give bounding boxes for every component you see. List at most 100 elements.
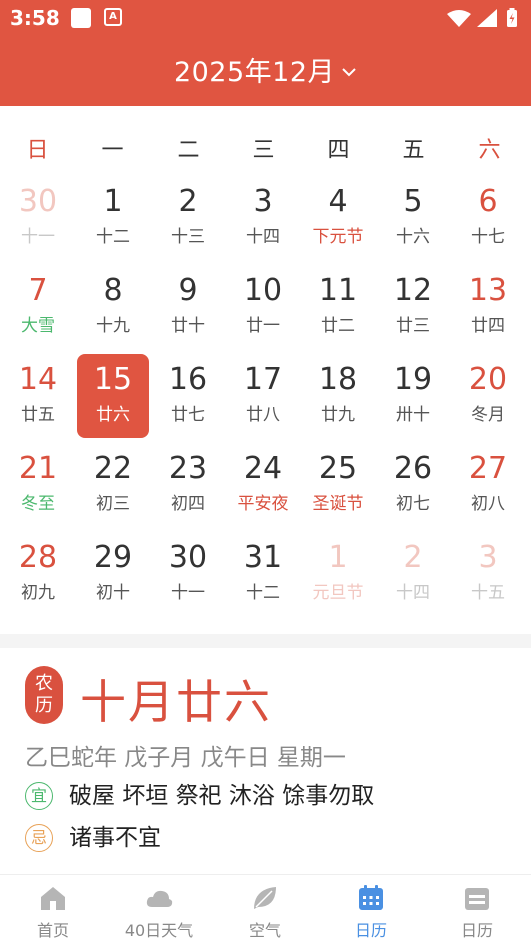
day-cell[interactable]: 2 十三 xyxy=(152,176,224,260)
day-cell[interactable]: 24 平安夜 xyxy=(227,443,299,527)
day-cell[interactable]: 27 初八 xyxy=(452,443,524,527)
day-cell[interactable]: 2 十四 xyxy=(377,532,449,616)
weekday-sun: 日 xyxy=(26,138,49,163)
day-cell[interactable]: 20 冬月 xyxy=(452,354,524,438)
day-cell[interactable]: 23 初四 xyxy=(152,443,224,527)
nav-home-label: 首页 xyxy=(36,921,69,940)
day-number: 3 xyxy=(253,184,273,219)
day-number: 28 xyxy=(18,540,58,575)
day-cell[interactable]: 3 十五 xyxy=(452,532,524,616)
festival-label: 圣诞节 xyxy=(312,494,364,514)
solar-term-label: 大雪 xyxy=(21,316,55,336)
day-cell[interactable]: 5 十六 xyxy=(377,176,449,260)
day-cell[interactable]: 16 廿七 xyxy=(152,354,224,438)
lunar-day-label: 十二 xyxy=(246,583,280,603)
day-cell[interactable]: 1 十二 xyxy=(77,176,149,260)
lunar-day-label: 廿三 xyxy=(396,316,430,336)
day-cell[interactable]: 18 廿九 xyxy=(302,354,374,438)
day-cell[interactable]: 29 初十 xyxy=(77,532,149,616)
lunar-info-panel: 农 历 十月廿六 乙巳蛇年 戊子月 戊午日 星期一 宜 破屋 坏垣 祭祀 沐浴 … xyxy=(0,648,531,874)
day-cell[interactable]: 14 廿五 xyxy=(2,354,74,438)
lunar-day-label: 廿二 xyxy=(321,316,355,336)
lunar-day-label: 十四 xyxy=(246,227,280,247)
nav-home[interactable]: 首页 xyxy=(0,875,106,946)
lunar-day-label: 廿九 xyxy=(321,405,355,425)
chevron-down-icon xyxy=(342,67,356,76)
day-cell[interactable]: 25 圣诞节 xyxy=(302,443,374,527)
day-cell[interactable]: 22 初三 xyxy=(77,443,149,527)
nav-40day-weather[interactable]: 40日天气 xyxy=(106,875,212,946)
yi-text: 破屋 坏垣 祭祀 沐浴 馀事勿取 xyxy=(69,783,375,809)
day-cell[interactable]: 1 元旦节 xyxy=(302,532,374,616)
day-cell[interactable]: 10 廿一 xyxy=(227,265,299,349)
lunar-day-label: 廿六 xyxy=(96,405,130,425)
lunar-badge-bottom: 历 xyxy=(35,695,53,716)
day-cell[interactable]: 30 十一 xyxy=(152,532,224,616)
signal-icon xyxy=(477,9,497,27)
day-number: 3 xyxy=(478,540,498,575)
nav-almanac[interactable]: 日历 xyxy=(424,875,530,946)
leaf-icon xyxy=(254,887,276,909)
lunar-day-label: 廿四 xyxy=(471,316,505,336)
nav-air[interactable]: 空气 xyxy=(212,875,318,946)
nav-calendar-label: 日历 xyxy=(354,921,387,940)
lunar-day-label: 初八 xyxy=(471,494,505,514)
day-cell[interactable]: 13 廿四 xyxy=(452,265,524,349)
lunar-day-label: 初十 xyxy=(96,583,130,603)
weekday-tue: 二 xyxy=(177,138,200,163)
festival-label: 下元节 xyxy=(312,227,364,247)
day-number: 16 xyxy=(168,362,208,397)
day-number: 6 xyxy=(478,184,498,219)
day-number: 5 xyxy=(403,184,423,219)
day-number: 2 xyxy=(178,184,198,219)
lunar-day-label: 十九 xyxy=(96,316,130,336)
lunar-badge: 农 历 xyxy=(25,666,63,724)
day-cell[interactable]: 19 卅十 xyxy=(377,354,449,438)
day-cell[interactable]: 12 廿三 xyxy=(377,265,449,349)
day-cell[interactable]: 3 十四 xyxy=(227,176,299,260)
day-cell[interactable]: 6 十七 xyxy=(452,176,524,260)
lunar-day-label: 初七 xyxy=(396,494,430,514)
day-cell[interactable]: 31 十二 xyxy=(227,532,299,616)
festival-label: 平安夜 xyxy=(237,494,289,514)
day-cell[interactable]: 9 廿十 xyxy=(152,265,224,349)
day-cell[interactable]: 21 冬至 xyxy=(2,443,74,527)
lunar-day-label: 十三 xyxy=(171,227,205,247)
lunar-day-label: 廿十 xyxy=(171,316,205,336)
day-number: 31 xyxy=(243,540,283,575)
cloud-icon xyxy=(146,890,173,907)
month-selector[interactable]: 2025年12月 xyxy=(0,50,531,89)
day-cell[interactable]: 17 廿八 xyxy=(227,354,299,438)
wifi-icon xyxy=(447,10,471,27)
nav-40day-label: 40日天气 xyxy=(124,921,194,940)
nav-calendar[interactable]: 日历 xyxy=(318,875,424,946)
nav-air-label: 空气 xyxy=(248,921,281,940)
day-cell[interactable]: 28 初九 xyxy=(2,532,74,616)
lunar-day-label: 廿五 xyxy=(21,405,55,425)
day-number: 23 xyxy=(168,451,208,486)
day-number: 25 xyxy=(318,451,358,486)
home-icon xyxy=(41,887,65,910)
day-cell-selected[interactable]: 15 廿六 xyxy=(77,354,149,438)
notification-icon xyxy=(71,8,91,28)
bottom-nav: 首页 40日天气 空气 日历 日历 xyxy=(0,874,531,946)
day-number: 17 xyxy=(243,362,283,397)
lunar-day-label: 十六 xyxy=(396,227,430,247)
day-cell[interactable]: 11 廿二 xyxy=(302,265,374,349)
day-cell[interactable]: 4 下元节 xyxy=(302,176,374,260)
status-icons xyxy=(447,8,517,27)
day-number: 18 xyxy=(318,362,358,397)
day-number: 24 xyxy=(243,451,283,486)
almanac-icon xyxy=(465,888,489,910)
weekday-mon: 一 xyxy=(101,138,124,163)
day-cell[interactable]: 26 初七 xyxy=(377,443,449,527)
day-cell[interactable]: 7 大雪 xyxy=(2,265,74,349)
day-number: 4 xyxy=(328,184,348,219)
month-title: 2025年12月 xyxy=(173,57,336,88)
day-cell[interactable]: 30 十一 xyxy=(2,176,74,260)
day-number: 21 xyxy=(18,451,58,486)
day-number: 1 xyxy=(103,184,123,219)
day-cell[interactable]: 8 十九 xyxy=(77,265,149,349)
day-number: 1 xyxy=(328,540,348,575)
lunar-day-label: 十四 xyxy=(396,583,430,603)
